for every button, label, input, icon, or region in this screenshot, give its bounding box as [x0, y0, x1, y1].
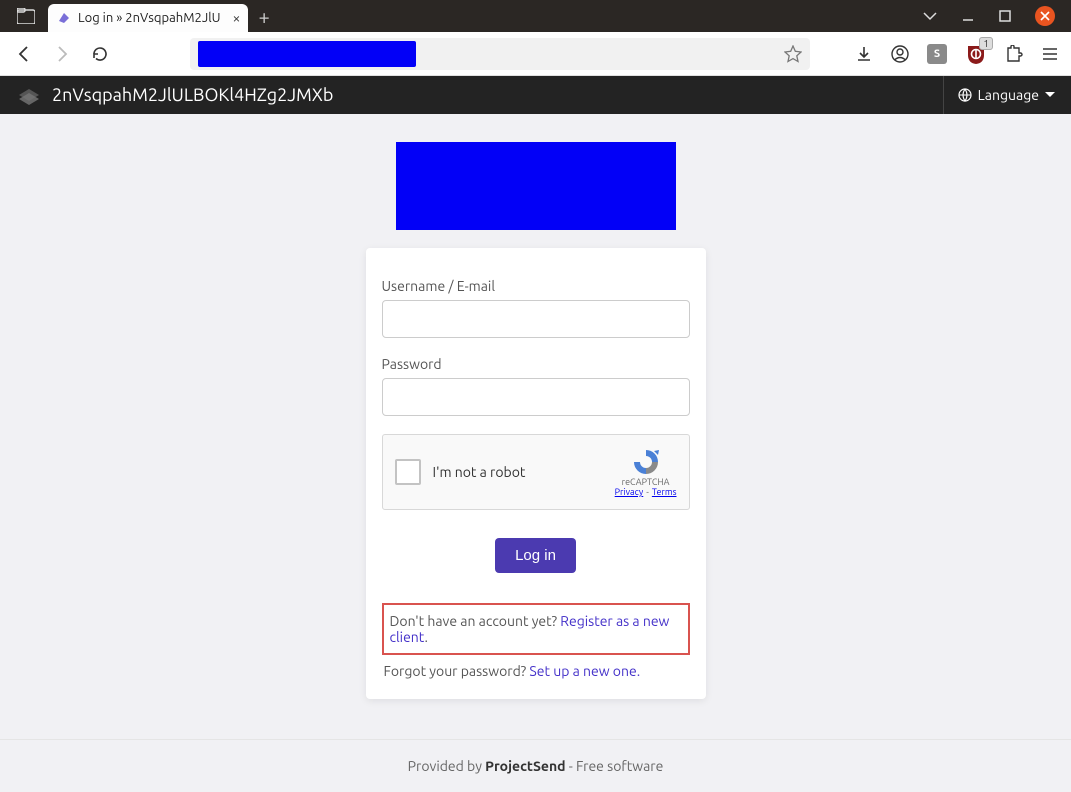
recaptcha-brand: reCAPTCHA: [622, 477, 670, 487]
recaptcha-text: I'm not a robot: [433, 464, 526, 480]
footer-tagline: - Free software: [566, 758, 664, 774]
password-label: Password: [382, 356, 690, 372]
tab-title: Log in » 2nVsqpahM2JlU: [78, 11, 221, 25]
browser-toolbar: S 1: [0, 32, 1071, 76]
recaptcha-widget: I'm not a robot reCAPTCHA Privacy - Term…: [382, 434, 690, 510]
tabs-dropdown-icon[interactable]: [923, 11, 937, 21]
window-controls: [923, 6, 1063, 26]
url-bar[interactable]: [190, 38, 810, 70]
hamburger-menu-icon[interactable]: [1041, 45, 1059, 63]
register-callout: Don't have an account yet? Register as a…: [382, 603, 690, 655]
language-label: Language: [978, 87, 1039, 103]
app-logo-icon: [16, 82, 42, 108]
close-window-button[interactable]: [1035, 6, 1055, 26]
recaptcha-privacy-link[interactable]: Privacy: [615, 487, 644, 497]
extension-ublock-icon[interactable]: 1: [965, 43, 987, 65]
extension-s-icon[interactable]: S: [927, 44, 947, 64]
footer-project-link[interactable]: ProjectSend: [485, 758, 565, 774]
minimize-button[interactable]: [961, 9, 975, 23]
nav-forward-button[interactable]: [46, 38, 78, 70]
recaptcha-logo-icon: [629, 447, 663, 477]
username-input[interactable]: [382, 300, 690, 338]
maximize-button[interactable]: [999, 10, 1011, 22]
extensions-icon[interactable]: [1005, 45, 1023, 63]
page-body: Username / E-mail Password I'm not a rob…: [0, 114, 1071, 792]
extension-badge-count: 1: [979, 37, 993, 50]
login-card: Username / E-mail Password I'm not a rob…: [366, 248, 706, 699]
footer: Provided by ProjectSend - Free software: [0, 739, 1071, 792]
nav-back-button[interactable]: [8, 38, 40, 70]
logo-banner-block: [396, 142, 676, 230]
bookmark-star-icon[interactable]: [784, 45, 802, 63]
tab-close-icon[interactable]: ×: [233, 10, 241, 26]
recaptcha-terms-link[interactable]: Terms: [652, 487, 677, 497]
downloads-icon[interactable]: [855, 45, 873, 63]
language-dropdown[interactable]: Language: [943, 76, 1055, 114]
new-tab-button[interactable]: +: [258, 5, 269, 28]
account-icon[interactable]: [891, 45, 909, 63]
forgot-password-row: Forgot your password? Set up a new one.: [382, 661, 690, 679]
chevron-down-icon: [1045, 92, 1055, 98]
footer-provided-by: Provided by: [408, 758, 486, 774]
tab-favicon-icon: [56, 10, 72, 26]
nav-reload-button[interactable]: [84, 38, 116, 70]
files-manager-icon[interactable]: [16, 6, 36, 26]
globe-icon: [958, 88, 972, 102]
app-header: 2nVsqpahM2JlULBOKl4HZg2JMXb Language: [0, 76, 1071, 114]
login-button[interactable]: Log in: [495, 538, 576, 573]
browser-titlebar: Log in » 2nVsqpahM2JlU × +: [0, 0, 1071, 32]
url-redacted-block: [198, 41, 416, 67]
app-site-title: 2nVsqpahM2JlULBOKl4HZg2JMXb: [52, 85, 333, 105]
forgot-prompt-text: Forgot your password?: [384, 663, 530, 679]
register-prompt-text: Don't have an account yet?: [390, 613, 561, 629]
recaptcha-checkbox[interactable]: [395, 459, 421, 485]
forgot-password-link[interactable]: Set up a new one.: [529, 663, 640, 679]
browser-tab[interactable]: Log in » 2nVsqpahM2JlU ×: [48, 4, 248, 32]
username-label: Username / E-mail: [382, 278, 690, 294]
password-input[interactable]: [382, 378, 690, 416]
